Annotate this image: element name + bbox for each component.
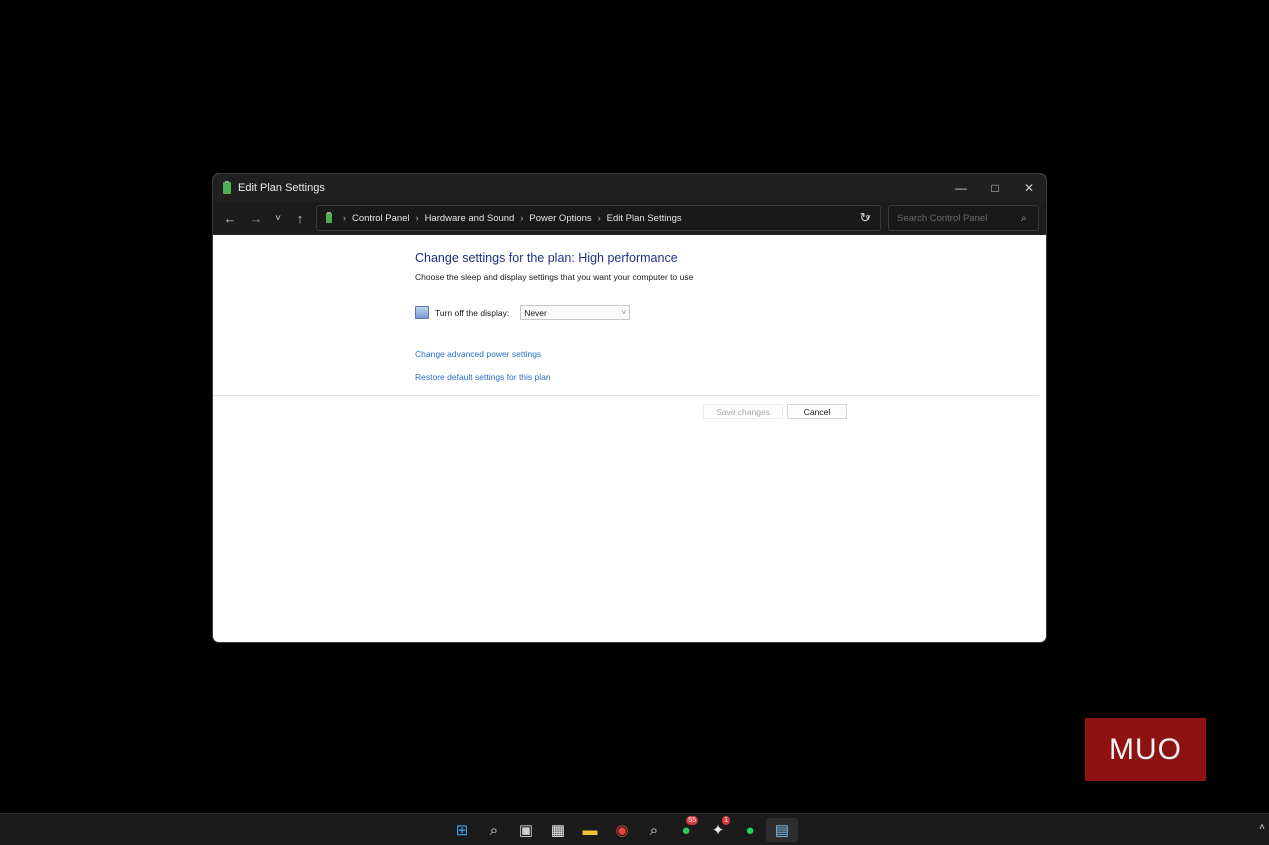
minimize-button[interactable]: — <box>944 174 978 202</box>
breadcrumb-control-panel[interactable]: Control Panel <box>352 213 410 224</box>
spotify-icon-glyph: ● <box>745 821 755 839</box>
chevron-down-icon: ˅ <box>621 308 627 317</box>
navigation-bar: ← → ˅ ↑ › Control Panel › Hardware and S… <box>213 202 1046 235</box>
magnifier-icon-glyph: ⌕ <box>649 821 659 839</box>
restore-default-settings-link[interactable]: Restore default settings for this plan <box>415 372 551 382</box>
up-button[interactable]: ↑ <box>289 206 311 230</box>
edit-plan-settings-window: Edit Plan Settings — □ ✕ ← → ˅ ↑ › Contr… <box>213 174 1046 642</box>
breadcrumb-hardware-and-sound[interactable]: Hardware and Sound <box>425 213 515 224</box>
change-advanced-power-settings-link[interactable]: Change advanced power settings <box>415 349 541 359</box>
maximize-button[interactable]: □ <box>978 174 1012 202</box>
search-icon[interactable]: ⌕ <box>1021 213 1027 224</box>
search-icon-glyph: ⌕ <box>489 821 499 839</box>
breadcrumb-power-options[interactable]: Power Options <box>529 213 591 224</box>
file-explorer-icon-glyph: ▬ <box>582 821 598 839</box>
power-options-icon <box>223 181 231 194</box>
notification-badge: 55 <box>686 816 698 825</box>
search-input[interactable] <box>895 211 1017 225</box>
task-view-icon-glyph: ▣ <box>518 822 534 839</box>
store-icon-glyph: ▦ <box>550 822 566 839</box>
search-icon[interactable]: ⌕ <box>478 818 510 842</box>
display-setting-row: Turn off the display: Never ˅ <box>415 305 631 320</box>
forward-button[interactable]: → <box>245 206 267 230</box>
taskbar-icons: ⊞ ⌕ ▣ ▦ ▬ ◉ ⌕ ● 55 ✦ 1 ● ▤ <box>446 816 798 842</box>
back-button[interactable]: ← <box>219 206 241 230</box>
control-panel-icon-glyph: ▤ <box>774 822 790 839</box>
start-icon[interactable]: ⊞ <box>446 818 478 842</box>
spotify-icon[interactable]: ● <box>734 818 766 842</box>
start-icon-glyph: ⊞ <box>455 822 469 839</box>
close-button[interactable]: ✕ <box>1012 174 1046 202</box>
title-bar: Edit Plan Settings — □ ✕ <box>213 174 1046 202</box>
power-options-icon <box>326 212 332 223</box>
breadcrumb-edit-plan-settings[interactable]: Edit Plan Settings <box>607 213 682 224</box>
store-icon[interactable]: ▦ <box>542 818 574 842</box>
chrome-icon-glyph: ◉ <box>615 822 629 839</box>
file-explorer-icon[interactable]: ▬ <box>574 818 606 842</box>
display-off-select[interactable]: Never ˅ <box>520 305 631 320</box>
control-panel-icon[interactable]: ▤ <box>766 818 798 842</box>
chrome-icon[interactable]: ◉ <box>606 818 638 842</box>
search-box[interactable]: ⌕ <box>888 205 1039 231</box>
page-subtitle: Choose the sleep and display settings th… <box>415 272 694 282</box>
breadcrumb-separator: › <box>520 213 524 223</box>
taskbar: ⊞ ⌕ ▣ ▦ ▬ ◉ ⌕ ● 55 ✦ 1 ● ▤ ˄ <box>0 813 1269 845</box>
window-controls: — □ ✕ <box>944 174 1046 202</box>
divider <box>213 395 1039 396</box>
display-icon <box>415 306 429 319</box>
display-off-label: Turn off the display: <box>435 307 510 318</box>
address-bar[interactable]: › Control Panel › Hardware and Sound › P… <box>316 205 881 231</box>
save-changes-button[interactable]: Save changes <box>703 404 783 419</box>
breadcrumb-separator: › <box>597 213 601 223</box>
display-off-value: Never <box>524 307 547 318</box>
notification-badge: 1 <box>722 816 730 825</box>
window-title: Edit Plan Settings <box>238 182 325 194</box>
task-view-icon[interactable]: ▣ <box>510 818 542 842</box>
breadcrumb-separator: › <box>415 213 419 223</box>
slack-icon[interactable]: ✦ 1 <box>702 816 734 842</box>
cancel-button[interactable]: Cancel <box>787 404 847 419</box>
muo-watermark-logo: MUO <box>1085 718 1206 781</box>
breadcrumb-separator: › <box>343 213 346 223</box>
main-content: Change settings for the plan: High perfo… <box>213 235 1046 642</box>
recent-locations-button[interactable]: ˅ <box>267 206 289 230</box>
tray-chevron-icon[interactable]: ˄ <box>1259 822 1265 833</box>
refresh-button[interactable]: ↻ <box>854 206 876 230</box>
page-title: Change settings for the plan: High perfo… <box>415 251 678 265</box>
magnifier-icon[interactable]: ⌕ <box>638 818 670 842</box>
whatsapp-icon[interactable]: ● 55 <box>670 816 702 842</box>
